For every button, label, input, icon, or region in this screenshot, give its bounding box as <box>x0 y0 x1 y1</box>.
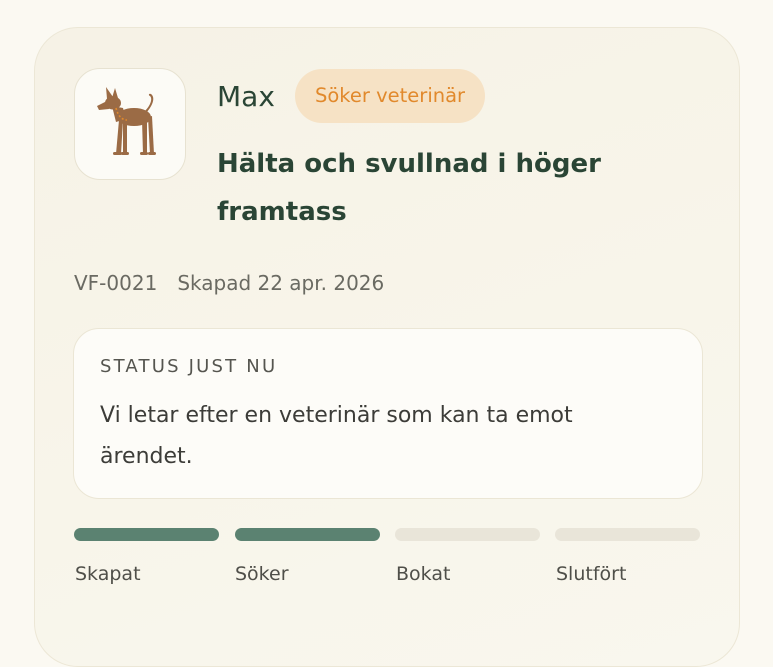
status-now-text: Vi letar efter en veterinär som kan ta e… <box>100 403 573 469</box>
case-title: Hälta och svullnad i höger framtass <box>217 149 601 227</box>
status-badge: Söker veterinär <box>295 69 486 123</box>
case-card[interactable]: Max Söker veterinär Hälta och svullnad i… <box>34 27 740 667</box>
pet-avatar <box>74 68 186 180</box>
case-meta: VF-0021 Skapad 22 apr. 2026 <box>74 268 384 298</box>
step-label-slutfort: Slutfört <box>556 563 627 585</box>
pet-name: Max <box>217 80 275 113</box>
step-bar-slutfort <box>555 528 700 541</box>
step-bar-skapat <box>74 528 219 541</box>
case-created-date: Skapad 22 apr. 2026 <box>177 271 385 295</box>
step-label-bokat: Bokat <box>396 563 451 585</box>
dog-icon <box>97 87 156 155</box>
status-now-panel: STATUS JUST NU Vi letar efter en veterin… <box>73 328 703 499</box>
status-now-heading: STATUS JUST NU <box>100 356 278 377</box>
step-bar-bokat <box>395 528 540 541</box>
case-id: VF-0021 <box>74 271 158 295</box>
step-label-soker: Söker <box>235 563 289 585</box>
step-label-skapat: Skapat <box>75 563 141 585</box>
step-bar-soker <box>235 528 380 541</box>
